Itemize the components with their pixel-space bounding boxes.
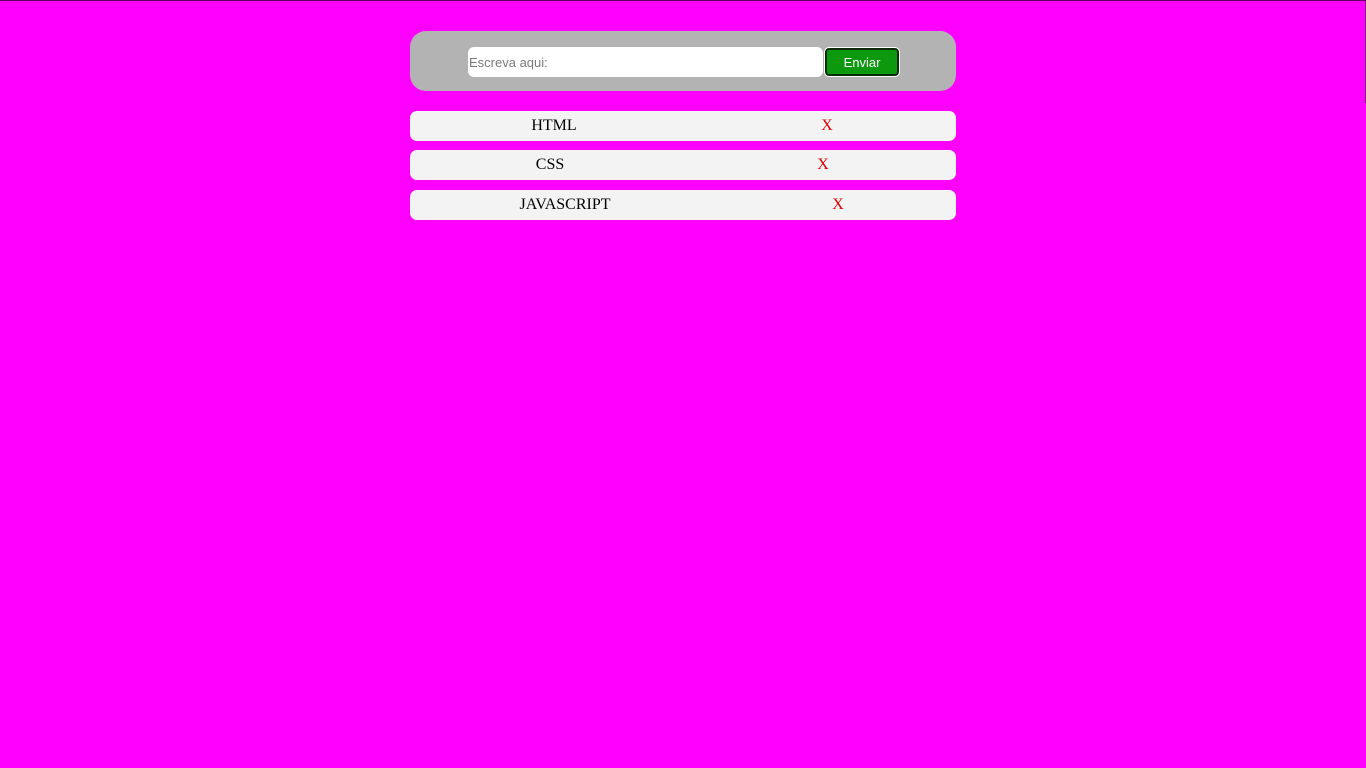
top-border: [0, 0, 1366, 1]
send-button[interactable]: Enviar: [824, 47, 900, 77]
task-label: HTML: [531, 117, 577, 134]
task-row: JAVASCRIPT X: [410, 190, 956, 220]
task-input[interactable]: [468, 47, 823, 77]
delete-icon[interactable]: X: [817, 156, 829, 174]
task-label: CSS: [535, 156, 565, 173]
task-list: HTML X CSS X JAVASCRIPT X: [410, 111, 956, 229]
task-row: HTML X: [410, 111, 956, 141]
task-form: Enviar: [410, 31, 956, 91]
task-row: CSS X: [410, 150, 956, 180]
delete-icon[interactable]: X: [832, 196, 844, 214]
task-label: JAVASCRIPT: [519, 196, 611, 213]
delete-icon[interactable]: X: [821, 117, 833, 135]
